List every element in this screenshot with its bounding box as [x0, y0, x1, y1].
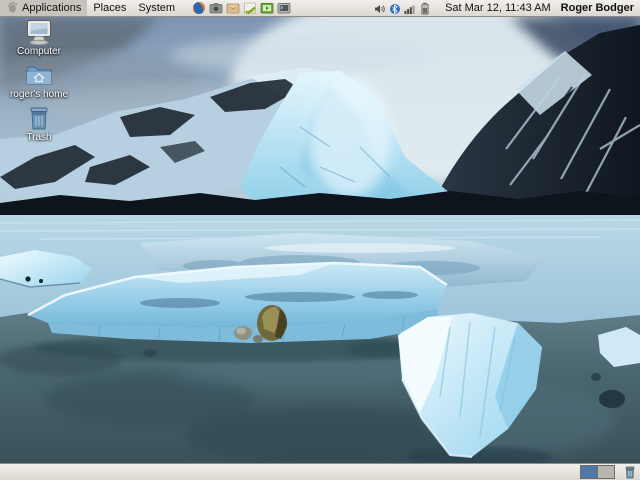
- battery-icon[interactable]: [419, 2, 431, 15]
- menu-system-label: System: [138, 2, 176, 14]
- desktop-icon-label: Trash: [26, 132, 52, 143]
- trash-applet-icon[interactable]: [623, 465, 637, 479]
- bluetooth-icon[interactable]: [389, 2, 401, 15]
- workspace-1[interactable]: [581, 466, 597, 478]
- workspace-switcher: [580, 465, 615, 479]
- desktop-icon-home[interactable]: roger's home: [8, 62, 70, 100]
- home-folder-icon: [24, 62, 54, 88]
- menu-applications[interactable]: Applications: [0, 0, 88, 16]
- workspace-2[interactable]: [597, 466, 614, 478]
- text-editor-launcher-icon[interactable]: [242, 1, 257, 16]
- user-switcher[interactable]: Roger Bodger: [559, 2, 640, 14]
- trash-icon: [24, 105, 54, 131]
- desktop-icon-computer[interactable]: Computer: [8, 19, 70, 57]
- mail-launcher-icon[interactable]: [225, 1, 240, 16]
- volume-icon[interactable]: [374, 2, 386, 15]
- desktop-icon-label: roger's home: [9, 89, 69, 100]
- camera-launcher-icon[interactable]: [208, 1, 223, 16]
- firefox-launcher-icon[interactable]: [191, 1, 206, 16]
- terminal-launcher-icon[interactable]: [276, 1, 291, 16]
- menu-applications-label: Applications: [22, 2, 82, 14]
- menu-places-label: Places: [93, 2, 127, 14]
- bottom-panel: [0, 463, 640, 480]
- distro-foot-icon: [6, 1, 18, 16]
- top-panel: Applications Places System Sat Mar 12, 1…: [0, 0, 640, 17]
- computer-icon: [24, 19, 54, 46]
- desktop-icon-column: Computer roger's home Trash: [8, 19, 70, 148]
- media-player-launcher-icon[interactable]: [259, 1, 274, 16]
- wallpaper-glacier-photo: [0, 17, 640, 463]
- notification-area: [374, 2, 431, 15]
- clock-applet[interactable]: Sat Mar 12, 11:43 AM: [437, 2, 559, 14]
- desktop-icon-trash[interactable]: Trash: [8, 105, 70, 143]
- menu-system[interactable]: System: [132, 0, 181, 16]
- menu-places[interactable]: Places: [87, 0, 132, 16]
- panel-launchers: [191, 1, 291, 16]
- desktop-icon-label: Computer: [17, 46, 61, 57]
- gnome-desktop: Applications Places System Sat Mar 12, 1…: [0, 0, 640, 480]
- desktop-area[interactable]: Computer roger's home Trash: [0, 17, 640, 463]
- network-signal-icon[interactable]: [404, 2, 416, 15]
